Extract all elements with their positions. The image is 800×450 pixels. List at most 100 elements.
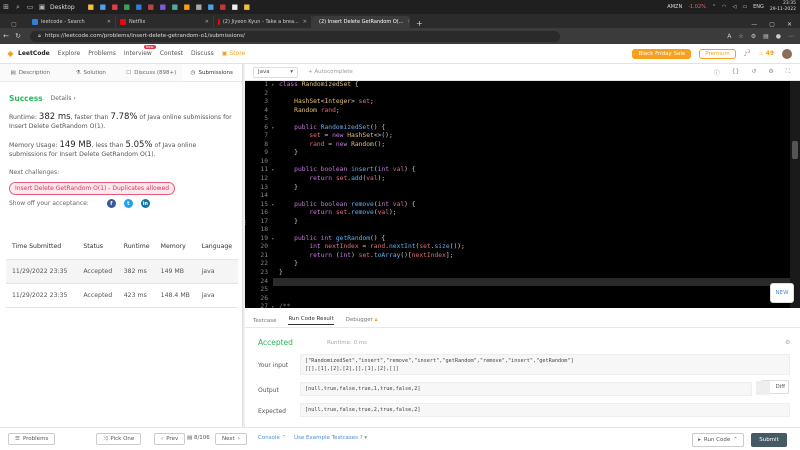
console-toggle[interactable]: Console ⌃ (258, 435, 286, 441)
avatar[interactable] (782, 48, 792, 59)
new-button[interactable]: NEW (770, 283, 794, 303)
details-link[interactable]: Details › (51, 95, 76, 102)
wifi-icon[interactable]: ◠ (722, 4, 726, 10)
app-icon[interactable]: ■ (217, 3, 229, 11)
back-arrow-icon[interactable]: ← (0, 32, 12, 40)
autocomplete-toggle[interactable]: + Autocomplete (308, 69, 353, 75)
app-icon[interactable]: ■ (181, 3, 193, 11)
close-window-icon[interactable]: ✕ (787, 21, 792, 28)
browser-tab-youtube[interactable]: (2) Jiyeon Kyun - Take a brea... ✕ (214, 16, 312, 28)
app-icon[interactable]: ■ (205, 3, 217, 11)
windows-start-icon[interactable]: ⊞ (0, 3, 12, 11)
app-icon[interactable]: ■ (97, 3, 109, 11)
table-row[interactable]: 11/29/2022 23:35 Accepted 423 ms 148.4 M… (6, 283, 238, 308)
tab-debugger[interactable]: Debugger 🔒︎ (346, 317, 378, 324)
col-runtime[interactable]: Runtime (117, 235, 155, 260)
app-icon[interactable]: ■ (85, 3, 97, 11)
desktop-label[interactable]: Desktop (50, 4, 75, 11)
tab-actions-icon[interactable]: ▢ (0, 21, 28, 28)
cell-status[interactable]: Accepted (77, 283, 118, 308)
nav-store[interactable]: ▣ Store (222, 50, 245, 57)
streak-counter[interactable]: ♨ 49 (758, 50, 774, 57)
fold-icon[interactable]: ▾ (272, 201, 274, 210)
linkedin-icon[interactable]: in (140, 199, 150, 208)
browser-tab-search[interactable]: leetcode - Search ✕ (28, 16, 116, 28)
search-icon[interactable]: ⌕ (12, 3, 24, 12)
favorite-star-icon[interactable]: ☆ (738, 33, 743, 40)
app-icon[interactable]: ■ (133, 3, 145, 11)
language-select[interactable]: Java ▾ (253, 66, 298, 78)
battery-icon[interactable]: ▭ (742, 4, 747, 10)
pick-one-button[interactable]: ⤨ Pick One (96, 433, 142, 445)
code-content[interactable]: class RandomizedSet { HashSet<Integer> s… (273, 81, 790, 308)
speaker-icon[interactable]: ◁ (732, 4, 736, 10)
url-field[interactable]: 🔒︎ https://leetcode.com/problems/insert-d… (30, 30, 560, 42)
nav-interview[interactable]: Interview New (124, 45, 156, 57)
collections-icon[interactable]: ▤ (763, 33, 769, 40)
nav-discuss[interactable]: Discuss (191, 50, 214, 57)
leetcode-logo-icon[interactable]: ◆ (6, 49, 15, 58)
menu-dots-icon[interactable]: ⋯ (788, 33, 794, 40)
task-view-icon[interactable]: ▭ (24, 3, 36, 11)
nav-problems[interactable]: Problems (88, 50, 116, 57)
language-indicator[interactable]: ENG (753, 4, 764, 10)
browser-tab-netflix[interactable]: Netflix ✕ (116, 16, 214, 28)
app-icon[interactable]: ■ (193, 3, 205, 11)
help-icon[interactable]: ? (360, 435, 363, 441)
tab-description[interactable]: ▤ Description (0, 64, 61, 81)
cell-status[interactable]: Accepted (77, 259, 118, 284)
drag-handle-icon[interactable]: ⋮ (243, 220, 248, 226)
nav-explore[interactable]: Explore (58, 50, 81, 57)
col-time[interactable]: Time Submitted (6, 235, 78, 260)
input-box[interactable]: ["RandomizedSet","insert","remove","inse… (300, 354, 790, 375)
new-tab-icon[interactable]: + (410, 19, 429, 28)
notification-bell-icon[interactable]: ♪3 (744, 49, 750, 58)
editor-scrollbar[interactable] (790, 81, 800, 308)
submit-button[interactable]: Submit (751, 433, 787, 447)
fullscreen-icon[interactable]: ⛶ (786, 68, 790, 77)
maximize-icon[interactable]: ▢ (769, 21, 775, 28)
fold-icon[interactable]: ▾ (272, 303, 274, 308)
refresh-icon[interactable]: ↻ (12, 32, 24, 40)
black-friday-button[interactable]: Black Friday Sale (632, 48, 692, 59)
app-icon[interactable]: ■ (145, 3, 157, 11)
fold-icon[interactable]: ▾ (272, 235, 274, 244)
fold-icon[interactable]: ▾ (272, 81, 274, 90)
desktop-icon[interactable]: ▣ (36, 3, 48, 11)
tab-submissions[interactable]: ◷ Submissions (181, 64, 242, 81)
fold-icon[interactable]: ▾ (272, 124, 274, 133)
minimize-icon[interactable]: — (751, 21, 757, 28)
tab-testcase[interactable]: Testcase (253, 318, 276, 324)
col-language[interactable]: Language (195, 235, 238, 260)
prev-button[interactable]: ‹ Prev (154, 433, 186, 445)
tab-solution[interactable]: ⚗ Solution (61, 64, 122, 81)
problems-button[interactable]: ☰ Problems (8, 433, 56, 445)
close-icon[interactable]: ✕ (103, 19, 111, 25)
profile-icon[interactable]: ● (776, 33, 781, 40)
browser-tab-leetcode[interactable]: (2) Insert Delete GetRandom O(...✕ (312, 16, 410, 28)
col-status[interactable]: Status (77, 235, 118, 260)
code-brackets-icon[interactable]: {} (732, 68, 740, 77)
app-icon[interactable]: ■ (121, 3, 133, 11)
app-icon[interactable]: ■ (241, 3, 253, 11)
twitter-icon[interactable]: t (123, 199, 133, 208)
extensions-icon[interactable]: ⚙ (751, 33, 756, 40)
facebook-icon[interactable]: f (106, 199, 116, 208)
diff-toggle[interactable]: Diff (756, 380, 789, 395)
tab-discuss[interactable]: ☐ Discuss (898+) (121, 64, 182, 81)
read-aloud-icon[interactable]: A (727, 33, 731, 40)
nav-contest[interactable]: Contest (160, 50, 183, 57)
next-challenge-link[interactable]: Insert Delete GetRandom O(1) - Duplicate… (9, 182, 176, 195)
chevron-up-icon[interactable]: ⌃ (712, 4, 716, 10)
settings-gear-icon[interactable]: ⚙ (768, 68, 773, 77)
app-icon[interactable]: ■ (157, 3, 169, 11)
brand-name[interactable]: LeetCode (18, 50, 50, 57)
run-code-button[interactable]: ▸ Run Code ⌃ (692, 433, 744, 447)
app-icon[interactable]: ■ (109, 3, 121, 11)
code-editor[interactable]: 1 ▾ 2 3 4 5 6 ▾ 7 8 9 10 11 ▾ 12 13 14 15 ▾ … (245, 81, 790, 308)
scrollbar-thumb[interactable] (792, 141, 798, 159)
table-row[interactable]: 11/29/2022 23:35 Accepted 382 ms 149 MB … (6, 259, 238, 284)
fold-icon[interactable]: ▾ (272, 166, 274, 175)
premium-button[interactable]: Premium (699, 48, 736, 59)
info-icon[interactable]: ⓘ (714, 68, 720, 77)
